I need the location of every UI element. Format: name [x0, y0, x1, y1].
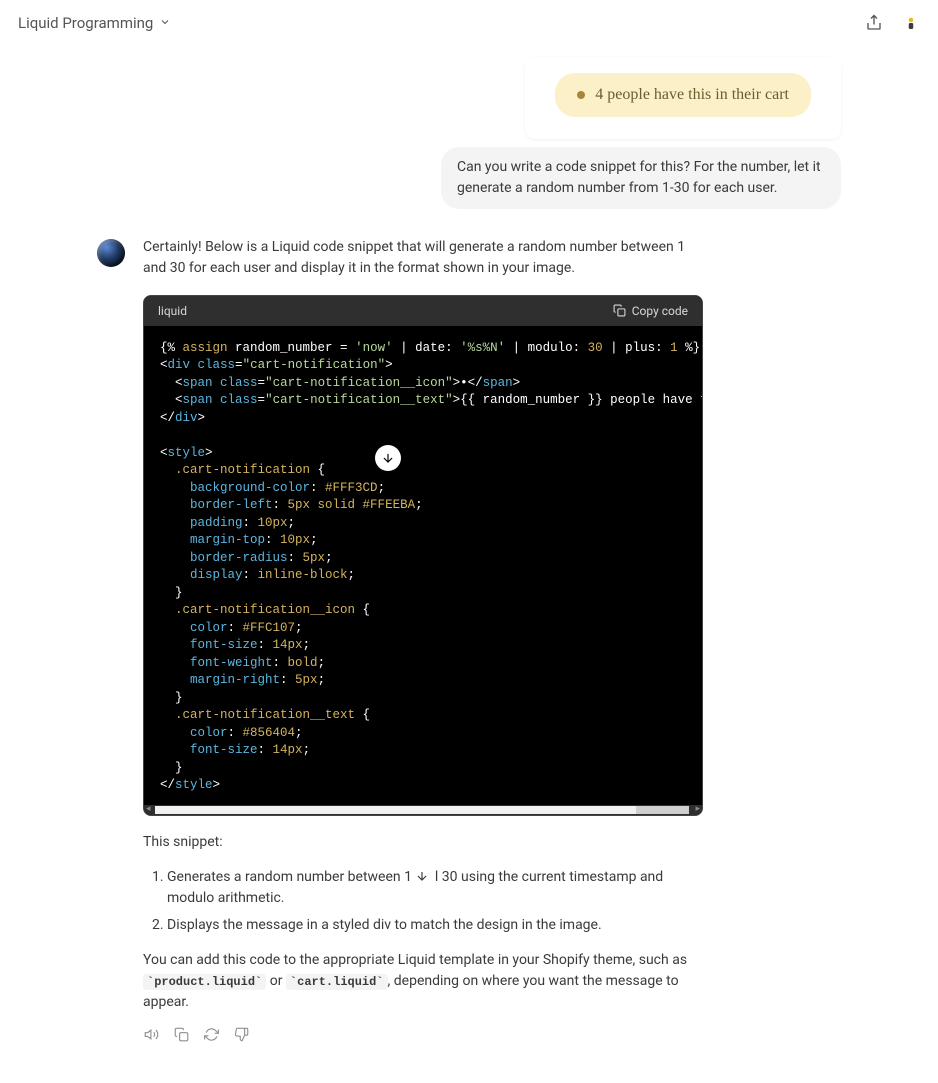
after-code-text: This snippet:: [143, 832, 703, 853]
share-icon[interactable]: [864, 13, 884, 33]
copy-code-button[interactable]: Copy code: [613, 302, 688, 320]
copy-icon: [613, 304, 626, 317]
top-right-actions: [864, 13, 920, 33]
code-header: liquid Copy code: [144, 296, 702, 326]
chat-container: 4 people have this in their cart Can you…: [89, 47, 849, 1083]
scroll-down-button[interactable]: [375, 445, 401, 471]
list-item: Generates a random number between 1 l 30…: [167, 867, 703, 909]
code-content: {% assign random_number = 'now' | date: …: [160, 340, 686, 795]
code-body[interactable]: {% assign random_number = 'now' | date: …: [144, 326, 702, 805]
bullet-dot-icon: [577, 91, 585, 99]
user-message-block: 4 people have this in their cart Can you…: [89, 57, 849, 209]
assistant-avatar: [97, 239, 125, 267]
read-aloud-button[interactable]: [143, 1027, 159, 1043]
copy-code-label: Copy code: [632, 302, 688, 320]
thumbs-down-button[interactable]: [233, 1027, 249, 1043]
code-block: liquid Copy code {% assign random_number…: [143, 295, 703, 816]
arrow-down-icon: [415, 869, 431, 885]
conversation-title: Liquid Programming: [18, 12, 153, 35]
thumbs-down-icon: [234, 1027, 249, 1042]
horizontal-scrollbar[interactable]: ◂ ▸: [144, 805, 702, 815]
regenerate-button[interactable]: [203, 1027, 219, 1043]
user-attachment-preview: 4 people have this in their cart: [525, 57, 841, 139]
assistant-intro: Certainly! Below is a Liquid code snippe…: [143, 237, 703, 279]
explanation-list: Generates a random number between 1 l 30…: [143, 867, 703, 936]
user-message-text: Can you write a code snippet for this? F…: [457, 159, 821, 196]
code-block-wrapper: liquid Copy code {% assign random_number…: [143, 295, 703, 816]
speaker-icon: [144, 1027, 159, 1042]
user-message-bubble: Can you write a code snippet for this? F…: [441, 147, 841, 209]
assistant-body: Certainly! Below is a Liquid code snippe…: [143, 237, 703, 1043]
copy-icon: [174, 1027, 189, 1042]
assistant-message-row: Certainly! Below is a Liquid code snippe…: [89, 237, 849, 1043]
message-actions: [143, 1027, 703, 1043]
cart-badge-text: 4 people have this in their cart: [595, 83, 789, 107]
cart-badge: 4 people have this in their cart: [555, 73, 811, 117]
list-item: Displays the message in a styled div to …: [167, 915, 703, 936]
outro-text: You can add this code to the appropriate…: [143, 950, 703, 1013]
chevron-down-icon: [159, 12, 171, 35]
code-language-label: liquid: [158, 302, 187, 320]
copy-message-button[interactable]: [173, 1027, 189, 1043]
inline-code: `product.liquid`: [143, 974, 266, 990]
conversation-title-dropdown[interactable]: Liquid Programming: [18, 12, 171, 35]
inline-code: `cart.liquid`: [286, 974, 388, 990]
refresh-icon: [204, 1027, 219, 1042]
arrow-down-icon: [381, 451, 395, 465]
brand-logo: [902, 14, 920, 32]
top-bar: Liquid Programming: [0, 0, 938, 47]
